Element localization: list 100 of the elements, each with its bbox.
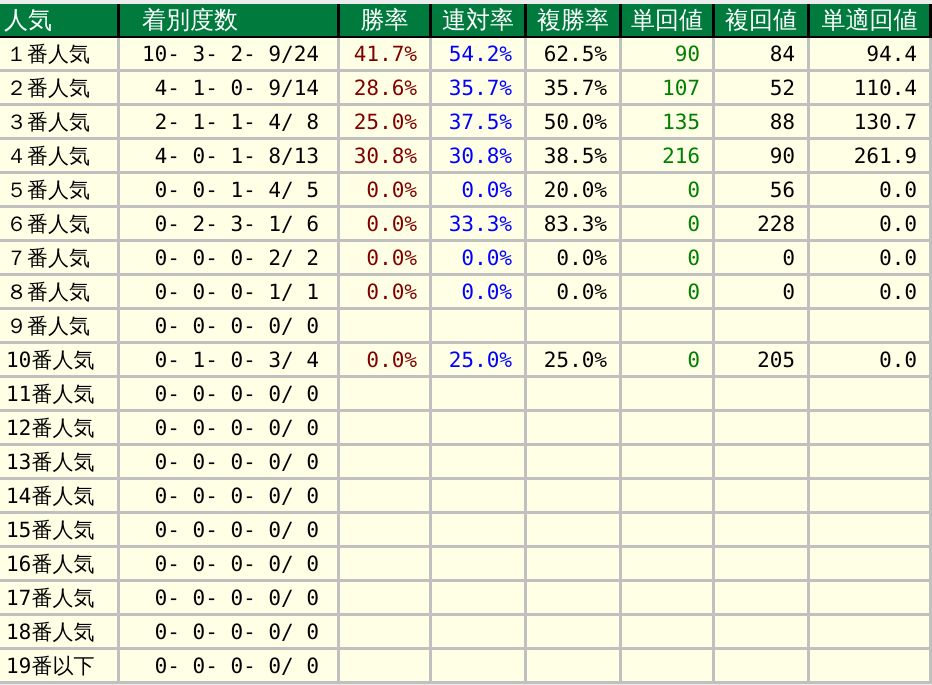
table-cell: 0- 0- 0- 1/ 1 [120, 276, 340, 310]
table-cell: 84 [715, 38, 810, 72]
table-cell: 10- 3- 2- 9/24 [120, 38, 340, 72]
table-cell: 0- 0- 0- 0/ 0 [120, 480, 340, 514]
table-cell: ３番人気 [0, 106, 120, 140]
table-cell: 20.0% [527, 174, 622, 208]
column-header: 着別度数 [120, 4, 340, 38]
table-cell: 35.7% [432, 72, 527, 106]
column-header: 複回値 [715, 4, 810, 38]
table-cell: ５番人気 [0, 174, 120, 208]
table-cell: 0.0 [810, 344, 932, 378]
column-header: 勝率 [340, 4, 432, 38]
table-cell: 56 [715, 174, 810, 208]
table-cell: ６番人気 [0, 208, 120, 242]
table-cell: 216 [622, 140, 715, 174]
table-cell: １番人気 [0, 38, 120, 72]
table-cell: 54.2% [432, 38, 527, 72]
column-header: 単回値 [622, 4, 715, 38]
table-cell: 110.4 [810, 72, 932, 106]
table-cell: 50.0% [527, 106, 622, 140]
column-header: 人気 [0, 4, 120, 38]
table-cell: 0 [622, 242, 715, 276]
table-cell: ９番人気 [0, 310, 120, 344]
table-cell: 130.7 [810, 106, 932, 140]
table-cell: 0- 0- 1- 4/ 5 [120, 174, 340, 208]
table-cell: 261.9 [810, 140, 932, 174]
table-cell: 0- 0- 0- 0/ 0 [120, 582, 340, 616]
table-cell: 11番人気 [0, 378, 120, 412]
table-cell: 0 [622, 208, 715, 242]
table-cell: 0.0% [340, 242, 432, 276]
table-cell: 0.0% [432, 242, 527, 276]
table-cell: ２番人気 [0, 72, 120, 106]
table-cell: 30.8% [340, 140, 432, 174]
table-cell: 0.0% [340, 276, 432, 310]
table-cell: 107 [622, 72, 715, 106]
table-cell: 25.0% [340, 106, 432, 140]
table-cell: 0- 0- 0- 0/ 0 [120, 650, 340, 684]
table-cell: 0 [622, 276, 715, 310]
table-cell: 52 [715, 72, 810, 106]
table-cell: ７番人気 [0, 242, 120, 276]
table-cell: 35.7% [527, 72, 622, 106]
table-cell: 12番人気 [0, 412, 120, 446]
table-cell: 0.0% [340, 174, 432, 208]
table-cell: 94.4 [810, 38, 932, 72]
table-cell: 0.0% [527, 242, 622, 276]
table-cell: 0.0 [810, 242, 932, 276]
table-cell: 41.7% [340, 38, 432, 72]
table-cell: 15番人気 [0, 514, 120, 548]
table-cell: 90 [715, 140, 810, 174]
table-cell: 25.0% [527, 344, 622, 378]
table-cell: 0- 0- 0- 0/ 0 [120, 446, 340, 480]
table-cell: 19番以下 [0, 650, 120, 684]
table-cell: 62.5% [527, 38, 622, 72]
table-cell: 0- 0- 0- 0/ 0 [120, 548, 340, 582]
table-cell: 13番人気 [0, 446, 120, 480]
table-cell: 18番人気 [0, 616, 120, 650]
table-cell: 0.0% [527, 276, 622, 310]
table-cell: 135 [622, 106, 715, 140]
table-cell: ４番人気 [0, 140, 120, 174]
table-cell: 0 [622, 344, 715, 378]
table-cell: 0 [715, 276, 810, 310]
table-cell: 25.0% [432, 344, 527, 378]
table-cell: 0 [715, 242, 810, 276]
table-cell: 17番人気 [0, 582, 120, 616]
table-cell: 0.0% [340, 208, 432, 242]
table-cell: 0 [622, 174, 715, 208]
table-cell: 37.5% [432, 106, 527, 140]
table-cell: 0- 0- 0- 0/ 0 [120, 412, 340, 446]
table-cell: 0- 0- 0- 0/ 0 [120, 514, 340, 548]
column-header: 複勝率 [527, 4, 622, 38]
table-cell: 0- 2- 3- 1/ 6 [120, 208, 340, 242]
table-cell: 14番人気 [0, 480, 120, 514]
table-cell: 4- 1- 0- 9/14 [120, 72, 340, 106]
table-cell: 0- 0- 0- 0/ 0 [120, 310, 340, 344]
table-cell: 228 [715, 208, 810, 242]
table-cell: 10番人気 [0, 344, 120, 378]
table-cell: 4- 0- 1- 8/13 [120, 140, 340, 174]
table-cell: 88 [715, 106, 810, 140]
table-cell: 30.8% [432, 140, 527, 174]
table-cell: 0- 0- 0- 0/ 0 [120, 616, 340, 650]
table-cell: 0.0 [810, 174, 932, 208]
table-cell: 0.0 [810, 276, 932, 310]
table-cell: ８番人気 [0, 276, 120, 310]
table-cell: 16番人気 [0, 548, 120, 582]
table-cell: 0- 1- 0- 3/ 4 [120, 344, 340, 378]
column-header: 連対率 [432, 4, 527, 38]
table-cell: 0.0% [340, 344, 432, 378]
table-cell: 205 [715, 344, 810, 378]
table-cell: 2- 1- 1- 4/ 8 [120, 106, 340, 140]
table-cell: 0.0% [432, 276, 527, 310]
table-cell: 0.0% [432, 174, 527, 208]
table-cell: 0- 0- 0- 0/ 0 [120, 378, 340, 412]
table-cell: 28.6% [340, 72, 432, 106]
table-cell: 38.5% [527, 140, 622, 174]
table-cell: 90 [622, 38, 715, 72]
table-cell: 0.0 [810, 208, 932, 242]
table-cell: 33.3% [432, 208, 527, 242]
column-header: 単適回値 [810, 4, 932, 38]
table-cell: 0- 0- 0- 2/ 2 [120, 242, 340, 276]
table-cell: 83.3% [527, 208, 622, 242]
